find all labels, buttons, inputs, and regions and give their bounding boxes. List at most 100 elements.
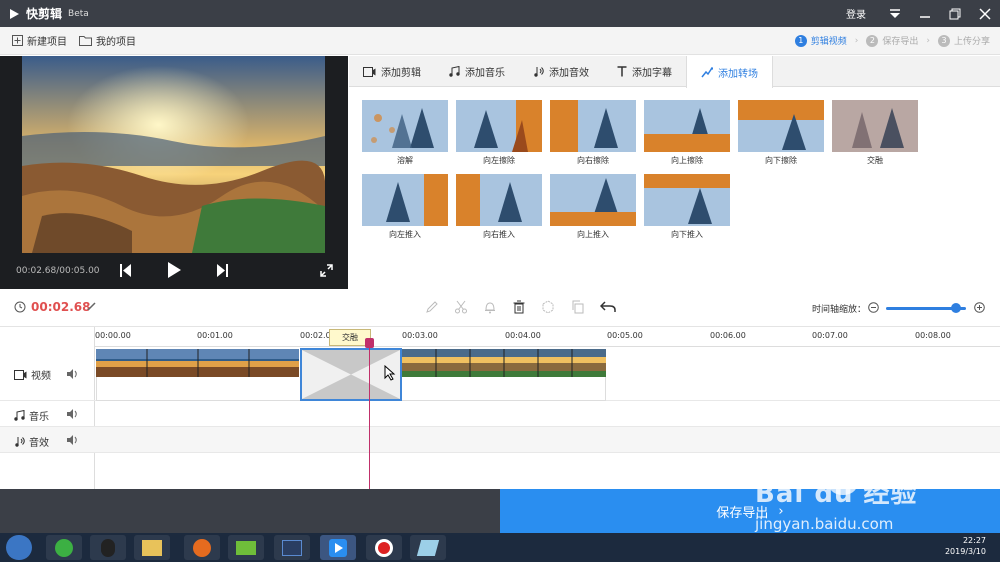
new-project-label: 新建项目 [27,37,67,48]
step-export[interactable]: 2 保存导出 › [866,34,930,47]
edit-toolbar: 00:02.68 时间轴缩放： [0,289,1000,327]
taskbar-app-recorder[interactable] [366,535,402,560]
delete-icon[interactable] [512,300,526,314]
step-share[interactable]: 3 上传分享 [937,34,990,47]
preview-frame [22,56,325,253]
new-project-button[interactable]: 新建项目 [12,33,67,48]
start-button[interactable] [6,535,32,560]
taskbar-app-explorer[interactable] [134,535,170,560]
transition-thumb [362,174,448,226]
current-time: 00:02.68 [31,300,91,314]
transition-push-left[interactable]: 向左推入 [362,174,448,240]
workflow-steps: 1 剪辑视频 › 2 保存导出 › 3 上传分享 [787,34,990,47]
beta-label: Beta [68,8,89,19]
zoom-out-icon[interactable] [868,302,879,313]
pencil-icon[interactable] [425,300,439,314]
maximize-icon[interactable] [940,0,970,27]
transition-push-right[interactable]: 向右推入 [456,174,542,240]
tray-date: 2019/3/10 [944,547,986,556]
transition-thumb [550,174,636,226]
taskbar-app-360[interactable] [46,535,82,560]
playhead[interactable] [369,341,370,489]
transition-blend[interactable]: 交融 [832,100,918,166]
tab-add-sfx[interactable]: 添加音效 [519,56,603,87]
scissors-icon[interactable] [454,300,468,314]
taskbar-app-kuaijianji[interactable] [320,535,356,560]
tab-add-music[interactable]: 添加音乐 [435,56,519,87]
crop-icon[interactable] [541,300,555,314]
transition-wipe-up[interactable]: 向上擦除 [644,100,730,166]
close-icon[interactable] [970,0,1000,27]
sound-effect-icon [534,67,544,77]
ruler-tick: 00:08.00 [915,331,951,340]
watermark-brand: Bai du 经验 [755,479,918,509]
folder-icon [79,36,92,46]
my-projects-button[interactable]: 我的项目 [79,33,136,48]
ruler-tick: 00:04.00 [505,331,541,340]
minimize-icon[interactable] [910,0,940,27]
tab-add-subtitle[interactable]: 添加字幕 [603,56,686,87]
mouse-cursor-icon [384,365,396,381]
transition-push-up[interactable]: 向上推入 [550,174,636,240]
ruler-tick: 00:05.00 [607,331,643,340]
prev-frame-icon[interactable] [120,264,131,277]
tab-add-transition[interactable]: 添加转场 [686,56,773,88]
app-logo-icon [7,7,21,21]
zoom-slider-handle[interactable] [951,303,961,313]
menu-icon[interactable] [880,0,910,27]
zoom-in-icon[interactable] [974,302,985,313]
preview-timecode: 00:02.68/00:05.00 [16,266,100,276]
speaker-icon[interactable] [67,369,78,379]
video-icon [14,369,27,380]
copy-icon[interactable] [571,300,585,314]
undo-icon[interactable] [600,300,616,314]
edit-time-icon[interactable] [87,302,96,311]
ruler-tick: 00:06.00 [710,331,746,340]
login-link[interactable]: 登录 [846,6,866,21]
transition-thumb [362,100,448,152]
zoom-label: 时间轴缩放： [812,305,867,315]
transition-wipe-right[interactable]: 向右擦除 [550,100,636,166]
fullscreen-icon[interactable] [320,264,333,277]
my-projects-label: 我的项目 [96,37,136,48]
transition-dissolve[interactable]: 溶解 [362,100,448,166]
sfx-track-label: 音效 [14,434,49,449]
video-clip-1[interactable] [96,349,299,377]
transition-wipe-left[interactable]: 向左擦除 [456,100,542,166]
ruler-tick: 00:03.00 [402,331,438,340]
step-edit[interactable]: 1 剪辑视频 › [794,34,858,47]
taskbar-app-firefox[interactable] [184,535,220,560]
taskbar-app-green[interactable] [228,535,264,560]
clock-icon [14,301,26,313]
music-icon [449,66,460,77]
playhead-handle[interactable] [365,338,374,348]
taskbar-app-qq[interactable] [90,535,126,560]
playback-controls: 00:02.68/00:05.00 [0,253,348,289]
play-icon[interactable] [168,262,181,278]
speaker-icon[interactable] [67,409,78,419]
baidu-watermark: Bai du 经验 jingyan.baidu.com [755,455,995,545]
next-frame-icon[interactable] [217,264,228,277]
transition-thumb [738,100,824,152]
transition-thumb [832,100,918,152]
app-name: 快剪辑 [26,7,63,21]
video-track-label: 视频 [14,367,51,382]
transition-wipe-down[interactable]: 向下擦除 [738,100,824,166]
taskbar-app-other[interactable] [410,535,446,560]
transition-thumb [644,100,730,152]
music-icon [14,410,25,421]
transition-thumb [456,174,542,226]
tab-add-clip[interactable]: 添加剪辑 [349,56,435,87]
time-ruler[interactable]: 00:00.00 00:01.00 00:02.00 00:03.00 00:0… [95,327,1000,347]
taskbar-app-editor[interactable] [274,535,310,560]
music-track: 音乐 [0,401,1000,427]
sound-effect-icon [15,437,25,447]
text-icon [617,66,627,77]
transition-push-down[interactable]: 向下推入 [644,174,730,240]
video-icon [363,66,376,77]
speaker-icon[interactable] [67,435,78,445]
ruler-tick: 00:07.00 [812,331,848,340]
ruler-tick: 00:01.00 [197,331,233,340]
video-clip-2[interactable] [402,349,606,377]
bell-icon[interactable] [483,300,497,314]
